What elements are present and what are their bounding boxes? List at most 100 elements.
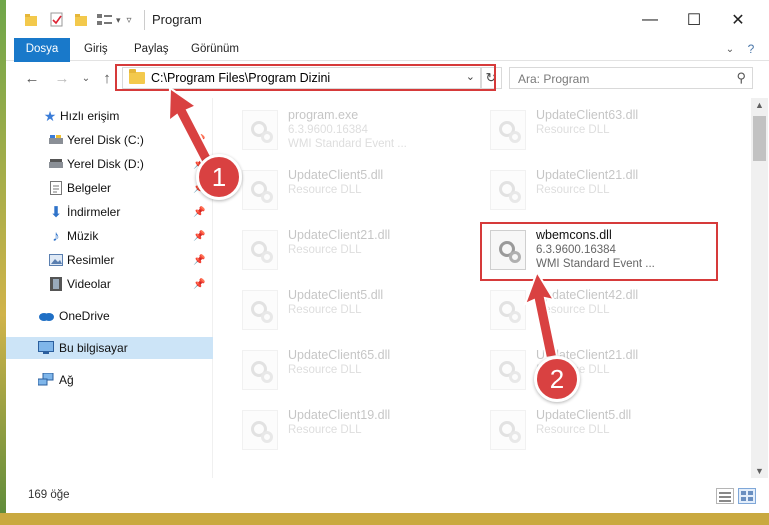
dll-file-icon	[490, 290, 526, 330]
file-name: program.exe	[288, 108, 359, 122]
scroll-down-icon[interactable]: ▼	[755, 466, 764, 476]
back-button[interactable]: ←	[22, 68, 42, 88]
properties-icon[interactable]	[50, 12, 64, 28]
file-version: 6.3.9600.16384	[536, 244, 616, 256]
file-description: Resource DLL	[536, 424, 610, 436]
minimize-button[interactable]: —	[628, 6, 672, 34]
help-icon[interactable]: ?	[743, 41, 759, 57]
file-name: UpdateClient5.dll	[288, 168, 384, 182]
details-view-button[interactable]	[716, 488, 734, 504]
nav-item-label: Belgeler	[67, 181, 112, 195]
file-name: wbemcons.dll	[536, 228, 612, 242]
file-description: Resource DLL	[288, 304, 362, 316]
nav-item-onedrive[interactable]: OneDrive	[6, 305, 213, 327]
chevron-down-icon[interactable]: ⌄	[466, 70, 475, 83]
explorer-window: ▾ ▿ Program — ☐ ✕ Dosya Giriş Paylaş Gör…	[6, 0, 769, 525]
address-path[interactable]: C:\Program Files\Program Dizini	[151, 71, 330, 85]
file-name: UpdateClient63.dll	[536, 108, 639, 122]
file-description: Resource DLL	[536, 304, 610, 316]
refresh-button[interactable]: ↻	[480, 67, 502, 89]
nav-item-local-disk-c[interactable]: Yerel Disk (C:) 📌	[6, 129, 213, 151]
dll-file-icon	[242, 170, 278, 210]
file-item[interactable]: UpdateClient65.dll Resource DLL	[240, 342, 480, 400]
taskbar-edge	[0, 513, 769, 525]
file-item[interactable]: UpdateClient5.dll Resource DLL	[240, 282, 480, 340]
drive-icon	[48, 132, 64, 148]
title-bar: ▾ ▿ Program — ☐ ✕	[6, 0, 769, 40]
view-options-icon[interactable]	[96, 12, 114, 28]
customize-toolbar-icon[interactable]: ▿	[127, 15, 132, 26]
file-item[interactable]: UpdateClient21.dll Resource DLL	[488, 342, 728, 400]
pin-icon: 📌	[193, 278, 206, 290]
dll-file-icon	[490, 350, 526, 390]
close-button[interactable]: ✕	[716, 6, 760, 34]
file-name: UpdateClient21.dll	[288, 228, 391, 242]
file-item[interactable]: UpdateClient21.dll Resource DLL	[488, 162, 728, 220]
star-icon: ★	[43, 107, 57, 124]
file-description: Resource DLL	[288, 244, 362, 256]
file-item[interactable]: UpdateClient21.dll Resource DLL	[240, 222, 480, 280]
step-badge-2: 2	[534, 356, 580, 402]
large-icons-view-button[interactable]	[738, 488, 756, 504]
file-name: UpdateClient5.dll	[536, 408, 632, 422]
tab-view[interactable]: Görünüm	[191, 38, 239, 61]
file-description: Resource DLL	[288, 424, 362, 436]
pin-icon: 📌	[193, 134, 206, 146]
exe-file-icon	[242, 110, 278, 150]
nav-item-quick-access[interactable]: ★ Hızlı erişim	[6, 105, 213, 127]
nav-item-network[interactable]: Ağ	[6, 369, 213, 391]
nav-item-videos[interactable]: Videolar 📌	[6, 273, 213, 295]
recent-locations-icon[interactable]: ⌄	[76, 68, 96, 88]
chevron-down-icon[interactable]: ▾	[116, 15, 121, 26]
nav-item-label: Müzik	[67, 229, 99, 243]
file-item[interactable]: UpdateClient19.dll Resource DLL	[240, 402, 480, 460]
file-item-wbemcons[interactable]: wbemcons.dll 6.3.9600.16384 WMI Standard…	[488, 222, 728, 280]
expand-ribbon-icon[interactable]: ⌄	[722, 41, 738, 57]
item-count: 169 öğe	[28, 489, 70, 501]
nav-item-this-pc[interactable]: Bu bilgisayar	[6, 337, 213, 359]
file-item[interactable]: UpdateClient42.dll Resource DLL	[488, 282, 728, 340]
nav-item-local-disk-d[interactable]: Yerel Disk (D:) 📌	[6, 153, 213, 175]
vertical-scrollbar[interactable]: ▲ ▼	[751, 98, 768, 478]
nav-item-label: Bu bilgisayar	[59, 341, 128, 355]
address-bar[interactable]: C:\Program Files\Program Dizini ⌄	[122, 67, 482, 89]
nav-item-label: Ağ	[59, 373, 74, 387]
up-button[interactable]: ↑	[97, 68, 117, 88]
file-name: UpdateClient5.dll	[288, 288, 384, 302]
file-item[interactable]: UpdateClient5.dll Resource DLL	[488, 402, 728, 460]
status-bar: 169 öğe	[6, 480, 769, 513]
tab-home[interactable]: Giriş	[84, 38, 108, 61]
maximize-button[interactable]: ☐	[672, 6, 716, 34]
dll-file-icon	[242, 350, 278, 390]
title-separator	[144, 10, 145, 30]
nav-item-music[interactable]: ♪ Müzik 📌	[6, 225, 213, 247]
nav-item-label: Yerel Disk (C:)	[67, 133, 144, 147]
file-item[interactable]: UpdateClient63.dll Resource DLL	[488, 102, 728, 160]
search-icon[interactable]: ⚲	[736, 70, 746, 86]
forward-button[interactable]: →	[52, 68, 72, 88]
pictures-icon	[48, 252, 64, 268]
file-item[interactable]: program.exe 6.3.9600.16384 WMI Standard …	[240, 102, 480, 160]
dll-file-icon	[490, 110, 526, 150]
tab-share[interactable]: Paylaş	[134, 38, 169, 61]
file-version: 6.3.9600.16384	[288, 124, 368, 136]
videos-icon	[48, 276, 64, 292]
scrollbar-thumb[interactable]	[753, 116, 766, 161]
computer-icon	[38, 340, 54, 356]
nav-item-documents[interactable]: Belgeler 📌	[6, 177, 213, 199]
nav-item-label: Hızlı erişim	[60, 109, 120, 123]
dll-file-icon	[490, 170, 526, 210]
search-input[interactable]: Ara: Program ⚲	[509, 67, 753, 89]
file-description: Resource DLL	[536, 124, 610, 136]
dll-file-icon	[490, 410, 526, 450]
file-description: Resource DLL	[288, 364, 362, 376]
nav-item-pictures[interactable]: Resimler 📌	[6, 249, 213, 271]
file-description: Resource DLL	[536, 184, 610, 196]
file-description: Resource DLL	[288, 184, 362, 196]
new-folder-icon[interactable]	[74, 12, 88, 28]
file-name: UpdateClient65.dll	[288, 348, 391, 362]
file-item[interactable]: UpdateClient5.dll Resource DLL	[240, 162, 480, 220]
nav-item-downloads[interactable]: ⬇ İndirmeler 📌	[6, 201, 213, 223]
quick-access-toolbar: ▾ ▿	[24, 10, 132, 30]
scroll-up-icon[interactable]: ▲	[755, 100, 764, 110]
